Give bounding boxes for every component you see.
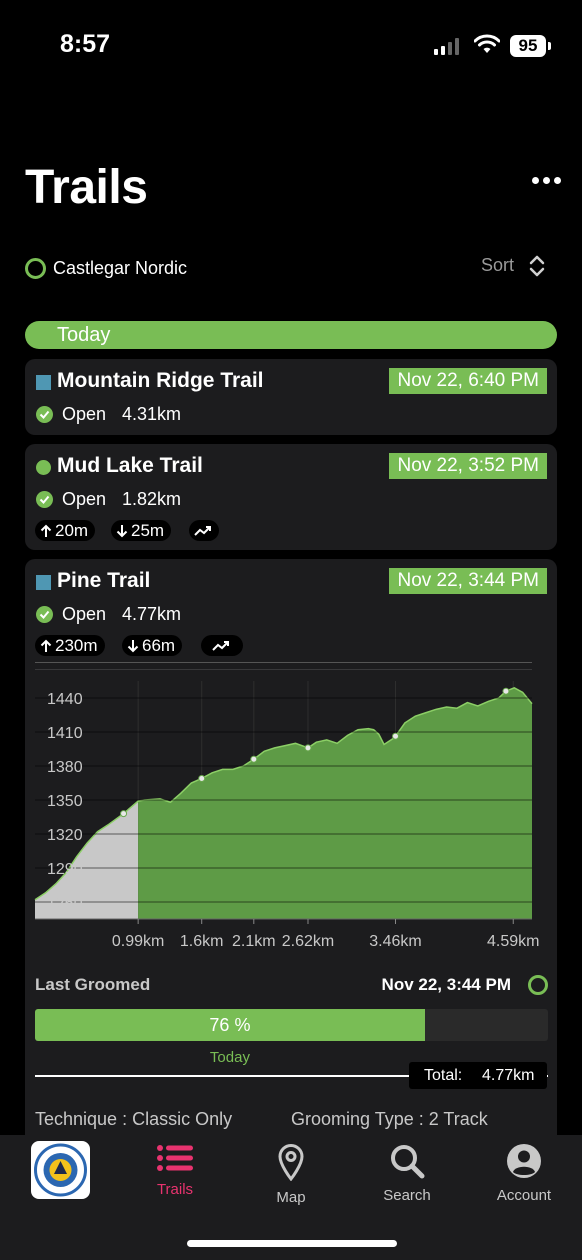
trend-line-icon (211, 640, 229, 651)
grooming-progress-bar: 76 % (35, 1009, 548, 1041)
trail-card[interactable]: Mountain Ridge Trail Nov 22, 6:40 PM Ope… (25, 359, 557, 435)
battery-icon: 95 (510, 35, 552, 57)
trail-distance: 4.77km (122, 604, 182, 624)
sort-label: Sort (481, 255, 515, 275)
total-label: Total: (424, 1067, 463, 1084)
blue-square-icon (36, 575, 51, 590)
trail-status: Open (62, 404, 107, 424)
y-tick-label: 1260 (47, 895, 83, 912)
tab-search[interactable]: Search (357, 1143, 457, 1204)
arrow-up-icon (40, 524, 52, 537)
technique-text: Technique : Classic Only (35, 1109, 233, 1129)
section-header-today: Today (25, 321, 557, 349)
elevation-toggle[interactable] (189, 520, 219, 541)
tab-label: Account (496, 1187, 552, 1204)
trail-card[interactable]: Mud Lake Trail Nov 22, 3:52 PM Open 1.82… (25, 444, 557, 550)
status-time: 8:57 (60, 30, 111, 58)
list-icon (157, 1145, 193, 1171)
ascent-value: 20m (55, 521, 89, 540)
tab-account[interactable]: Account (474, 1143, 574, 1204)
groomed-date-badge: Nov 22, 3:44 PM (389, 568, 547, 594)
club-logo[interactable] (31, 1141, 90, 1199)
check-icon (36, 606, 53, 623)
trail-name: Mountain Ridge Trail (57, 369, 264, 392)
ascent-chip: 230m (35, 635, 105, 656)
arrow-up-icon (40, 639, 52, 652)
trail-card-expanded[interactable]: Pine Trail Nov 22, 3:44 PM Open 4.77km 2… (25, 559, 557, 1135)
y-tick-label: 1440 (47, 691, 83, 708)
elevation-marker (250, 755, 258, 763)
elevation-marker (198, 774, 206, 782)
descent-chip: 66m (122, 635, 183, 656)
x-tick-label: 0.99km (112, 933, 164, 950)
x-tick-label: 2.1km (232, 933, 276, 950)
map-pin-icon (278, 1144, 304, 1181)
x-tick-label: 1.6km (180, 933, 224, 950)
elevation-marker (392, 732, 400, 740)
trail-distance: 1.82km (122, 489, 182, 509)
tab-label: Trails (156, 1181, 194, 1198)
trail-distance: 4.31km (122, 404, 182, 424)
elevation-marker (304, 744, 312, 752)
elevation-marker (120, 810, 128, 818)
sort-button[interactable]: Sort (481, 255, 551, 279)
x-tick-label: 4.59km (487, 933, 539, 950)
groomed-date-badge: Nov 22, 6:40 PM (389, 368, 547, 394)
tab-trails[interactable]: Trails (125, 1143, 225, 1198)
trail-status: Open (62, 489, 107, 509)
ascent-value: 230m (55, 636, 98, 655)
groomed-date-badge: Nov 22, 3:52 PM (389, 453, 547, 479)
tab-label: Search (383, 1187, 431, 1204)
ascent-chip: 20m (35, 520, 96, 541)
y-tick-label: 1320 (47, 827, 83, 844)
tab-label: Map (276, 1189, 306, 1206)
arrow-down-icon (127, 639, 139, 652)
x-tick-label: 2.62km (282, 933, 334, 950)
divider (35, 662, 532, 663)
last-groomed-date: Nov 22, 3:44 PM (381, 975, 511, 994)
arrow-down-icon (116, 524, 128, 537)
green-circle-icon (36, 460, 51, 475)
total-value: 4.77km (482, 1067, 535, 1084)
trail-name: Mud Lake Trail (57, 454, 203, 477)
signal-icon (434, 37, 464, 55)
home-indicator (187, 1240, 397, 1247)
y-tick-label: 1290 (47, 861, 83, 878)
location-status-icon (25, 258, 46, 279)
groomed-status-icon (528, 975, 548, 995)
progress-percent: 76 % (209, 1015, 251, 1035)
club-seal-icon (34, 1143, 87, 1197)
page-title: Trails (25, 161, 148, 214)
progress-sub-label: Today (209, 1049, 250, 1066)
tab-map[interactable]: Map (241, 1143, 341, 1206)
y-tick-label: 1380 (47, 759, 83, 776)
elevation-toggle[interactable] (201, 635, 243, 656)
total-distance-box: Total: 4.77km (409, 1062, 547, 1089)
account-icon (507, 1144, 541, 1178)
battery-level: 95 (510, 35, 546, 57)
check-icon (36, 491, 53, 508)
more-options-button[interactable] (530, 170, 564, 190)
trend-line-icon (193, 525, 211, 536)
y-tick-label: 1350 (47, 793, 83, 810)
descent-value: 66m (142, 636, 176, 655)
blue-square-icon (36, 375, 51, 390)
elevation-area-remaining (138, 687, 532, 919)
x-tick-label: 3.46km (369, 933, 421, 950)
wifi-icon (474, 34, 500, 53)
section-label: Today (57, 324, 111, 346)
elevation-chart: 1440 1410 1380 1350 1320 1290 1260 0.99km 1.6km 2… (34, 669, 539, 950)
y-tick-label: 1410 (47, 725, 83, 742)
check-icon (36, 406, 53, 423)
last-groomed-label: Last Groomed (35, 975, 151, 994)
location-name[interactable]: Castlegar Nordic (53, 258, 187, 279)
descent-value: 25m (131, 521, 165, 540)
grooming-type-text: Grooming Type : 2 Track (291, 1109, 488, 1129)
elevation-marker (502, 687, 510, 695)
trail-name: Pine Trail (57, 569, 151, 592)
search-icon (391, 1145, 425, 1179)
descent-chip: 25m (111, 520, 172, 541)
trail-status: Open (62, 604, 107, 624)
sort-chevrons-icon (529, 255, 545, 277)
